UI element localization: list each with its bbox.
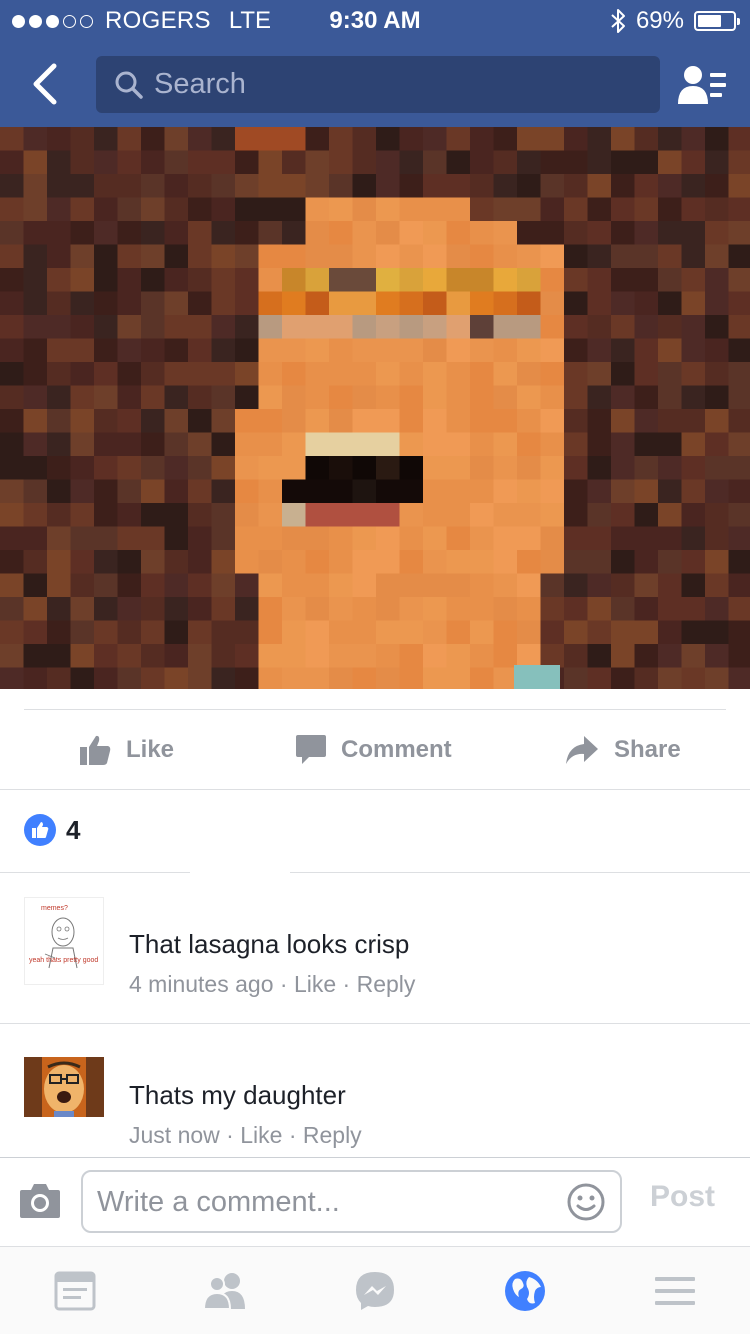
battery-percent: 69%: [635, 7, 684, 34]
meta-separator: ·: [279, 971, 288, 997]
battery-fill: [698, 15, 721, 27]
back-arrow-icon[interactable]: [28, 62, 64, 106]
status-right: 69%: [610, 7, 740, 35]
bluetooth-icon: [611, 9, 625, 33]
bottom-tab-bar: [0, 1246, 750, 1334]
share-arrow-icon: [566, 736, 598, 764]
meta-separator: ·: [226, 1122, 234, 1148]
battery-icon: [694, 11, 740, 31]
messenger-icon[interactable]: [353, 1269, 397, 1313]
commenter-avatar[interactable]: [24, 1057, 104, 1117]
status-bar: ROGERS LTE 9:30 AM 69%: [0, 0, 750, 40]
post-actions: Like Comment Share: [0, 712, 750, 788]
comment-item: Thats my daughter Just now · Like · Repl…: [0, 1024, 750, 1158]
globe-notifications-icon[interactable]: [503, 1269, 547, 1313]
commenter-avatar[interactable]: memes? yeah thats pretty good: [24, 897, 104, 985]
divider: [0, 789, 750, 790]
comment-bubble-icon: [296, 735, 326, 764]
search-input[interactable]: [154, 64, 634, 104]
friends-icon[interactable]: [203, 1269, 247, 1313]
comment-button[interactable]: Comment: [295, 726, 452, 774]
share-label: Share: [614, 736, 681, 763]
meta-separator: ·: [288, 1122, 297, 1148]
news-feed-icon[interactable]: [53, 1269, 97, 1313]
like-label: Like: [126, 736, 175, 763]
comment-composer: Post: [0, 1158, 750, 1246]
comment-text: Thats my daughter: [129, 1080, 346, 1110]
avatar-caption-top: memes?: [41, 905, 68, 912]
like-count: 4: [66, 814, 81, 845]
like-reaction-icon: [24, 814, 56, 846]
meme-face-icon: memes? yeah thats pretty good: [29, 905, 98, 969]
comment-text: That lasagna looks crisp: [129, 929, 410, 959]
comment-item: memes? yeah thats pretty good That lasag…: [0, 873, 750, 1023]
avatar-caption-bottom: yeah thats pretty good: [29, 957, 98, 964]
like-summary[interactable]: 4: [24, 814, 80, 846]
comment-like-link[interactable]: Like: [240, 1122, 282, 1148]
post-photo[interactable]: [0, 127, 750, 689]
search-icon: [115, 71, 143, 99]
comment-reply-link[interactable]: Reply: [357, 971, 416, 997]
like-button[interactable]: Like: [78, 726, 174, 774]
comment-meta: Just now · Like · Reply: [129, 1122, 362, 1149]
divider: [24, 709, 726, 710]
comment-input[interactable]: [97, 1182, 557, 1222]
pixelated-image: [0, 127, 750, 689]
thumbs-up-icon: [80, 735, 111, 765]
comment-label: Comment: [341, 736, 452, 763]
share-button[interactable]: Share: [564, 726, 681, 774]
cartoon-man-avatar-icon: [24, 1057, 104, 1117]
comment-time: Just now: [129, 1122, 220, 1148]
comment-meta: 4 minutes ago · Like · Reply: [129, 971, 415, 998]
post-button[interactable]: Post: [650, 1180, 715, 1214]
comment-input-box[interactable]: [81, 1170, 622, 1233]
friend-requests-icon[interactable]: [676, 64, 728, 108]
meta-separator: ·: [342, 971, 351, 997]
comment-time: 4 minutes ago: [129, 971, 274, 997]
comment-reply-link[interactable]: Reply: [303, 1122, 362, 1148]
camera-icon[interactable]: [18, 1180, 62, 1222]
search-bar[interactable]: [96, 56, 660, 113]
top-bar: ROGERS LTE 9:30 AM 69%: [0, 0, 750, 127]
comment-like-link[interactable]: Like: [294, 971, 336, 997]
emoji-smiley-icon[interactable]: [566, 1182, 606, 1222]
menu-icon[interactable]: [653, 1269, 697, 1313]
